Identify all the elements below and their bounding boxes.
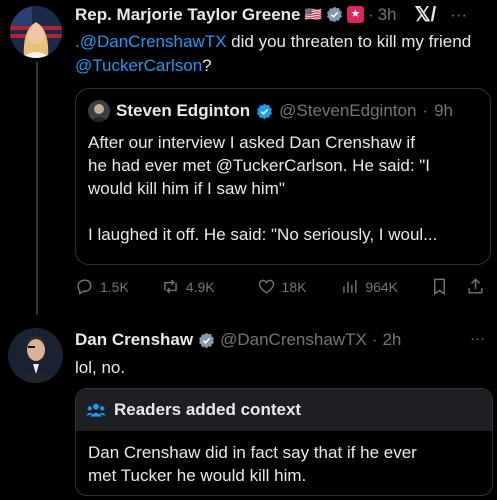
people-icon (86, 403, 106, 417)
repost-button[interactable]: 4.9K (161, 277, 257, 296)
context-title: Readers added context (114, 400, 302, 419)
post-more-icon[interactable]: ··· (450, 5, 467, 25)
context-body: Dan Crenshaw did in fact say that if he … (88, 443, 417, 485)
readers-context-card[interactable]: Readers added context Dan Crenshaw did i… (75, 388, 493, 496)
post-text: .@DanCrenshawTX did you threaten to kill… (75, 32, 472, 75)
share-button[interactable] (466, 277, 485, 296)
quote-text: After our interview I asked Dan Crenshaw… (88, 133, 438, 244)
repost-icon (164, 279, 177, 294)
mention-dancrenshaw[interactable]: .@DanCrenshawTX (75, 32, 226, 51)
views-icon (343, 280, 357, 293)
mtg-avatar[interactable] (10, 6, 62, 58)
edginton-avatar (88, 100, 110, 122)
post-header: Rep. Marjorie Taylor Greene 🇺🇸 ★ · 3h 𝕏/… (75, 2, 468, 27)
views-count: 964K (365, 278, 399, 295)
us-flag-icon: 🇺🇸 (304, 6, 322, 22)
quote-time: 9h (434, 101, 454, 120)
reply-author-name[interactable]: Dan Crenshaw (75, 330, 193, 350)
post-time[interactable]: 3h (378, 5, 397, 25)
reply-time[interactable]: 2h (382, 330, 401, 350)
mention-tuckercarlson[interactable]: @TuckerCarlson (75, 56, 202, 75)
reply-header: Dan Crenshaw @DanCrenshawTX · 2h (75, 330, 402, 350)
quote-author-name: Steven Edginton (116, 101, 251, 120)
like-count: 18K (281, 278, 307, 295)
crenshaw-avatar[interactable] (8, 328, 63, 383)
thread-line (36, 62, 38, 315)
post-action-bar: 1.5K 4.9K 18K 964K (75, 277, 485, 296)
quote-handle: @StevenEdginton (279, 101, 417, 120)
quote-header: Steven Edginton @StevenEdginton · 9h (88, 100, 453, 122)
repost-count: 4.9K (185, 278, 215, 295)
reply-handle[interactable]: @DanCrenshawTX (220, 330, 367, 350)
verified-badge-icon (256, 103, 273, 120)
gov-badge-icon (198, 332, 215, 349)
bookmark-icon (434, 278, 446, 295)
reply-text: lol, no. (75, 358, 126, 377)
bookmark-button[interactable] (430, 277, 460, 296)
share-icon (468, 278, 483, 294)
heart-icon (258, 279, 274, 294)
reply-button[interactable]: 1.5K (75, 277, 161, 296)
views-button[interactable]: 964K (340, 277, 430, 296)
reply-more-icon[interactable]: ··· (470, 330, 485, 347)
post-author-name[interactable]: Rep. Marjorie Taylor Greene (75, 5, 300, 25)
party-badge-icon: ★ (346, 6, 364, 23)
reply-count: 1.5K (100, 278, 129, 295)
grok-icon[interactable]: 𝕏/ (415, 2, 437, 27)
context-header: Readers added context (76, 389, 492, 431)
reply-icon (77, 279, 92, 295)
verified-badge-icon (326, 6, 343, 23)
like-button[interactable]: 18K (257, 277, 341, 296)
